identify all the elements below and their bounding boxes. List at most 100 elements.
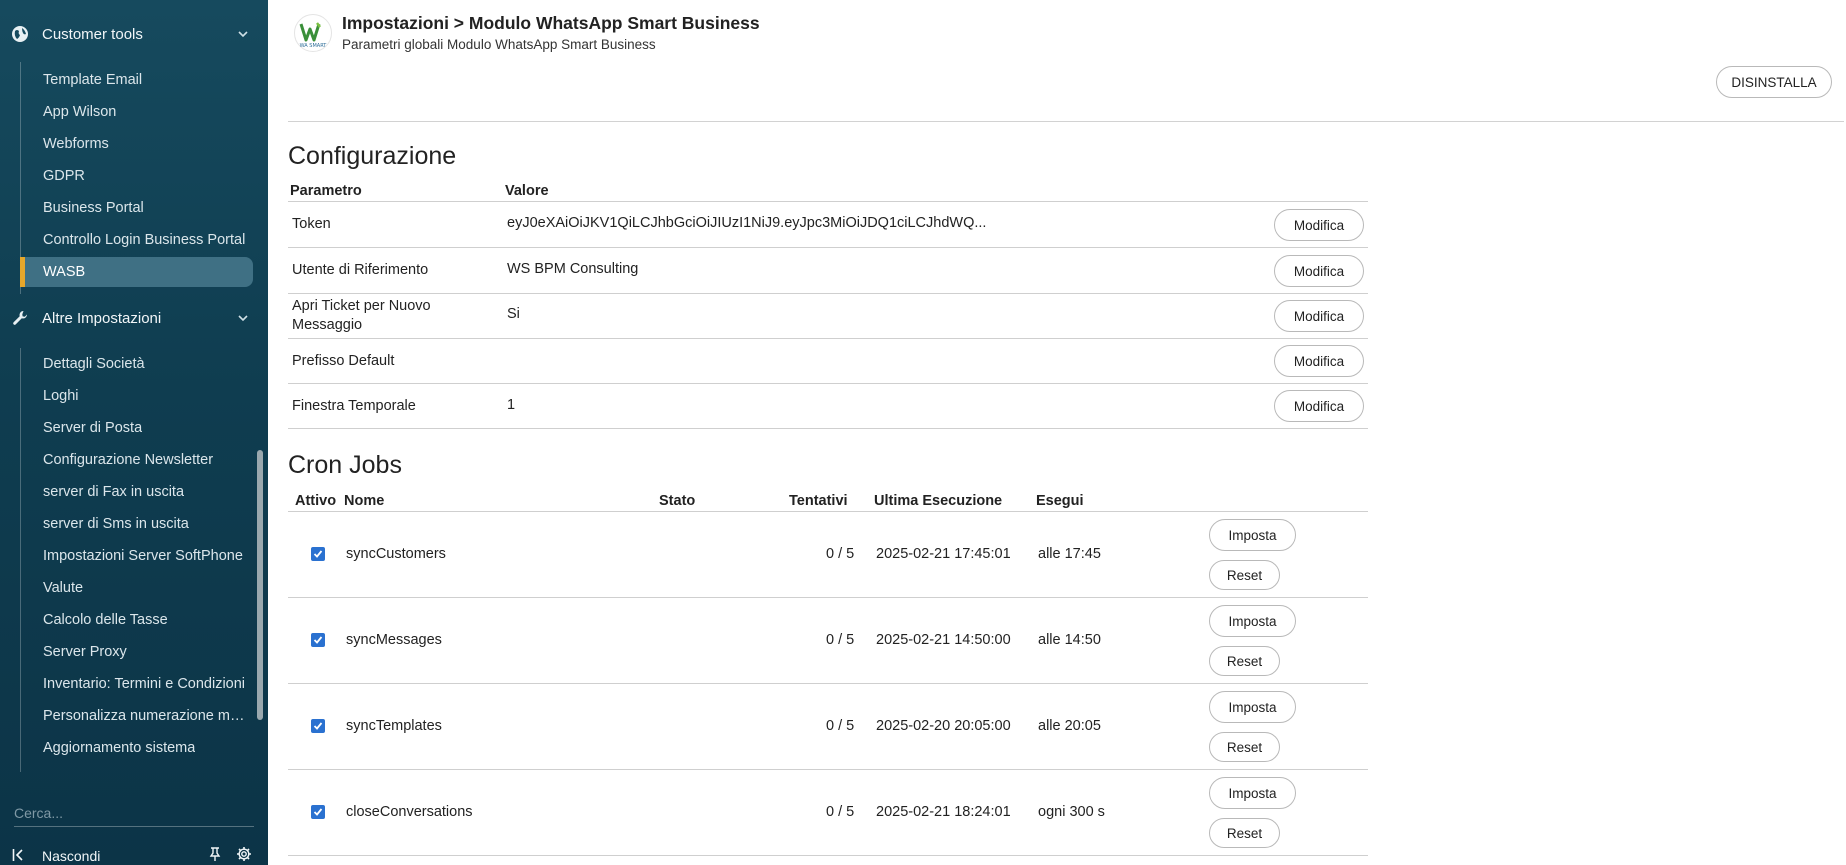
chevron-down-icon bbox=[238, 315, 248, 322]
job-name: syncCustomers bbox=[346, 546, 446, 562]
column-header-nome: Nome bbox=[344, 493, 385, 509]
param-name: Prefisso Default bbox=[292, 353, 395, 369]
gear-icon[interactable] bbox=[236, 846, 252, 862]
sidebar-item-app-wilson[interactable]: App Wilson bbox=[20, 97, 253, 127]
sidebar-item-label: Aggiornamento sistema bbox=[43, 740, 196, 756]
column-header-stato: Stato bbox=[659, 493, 696, 509]
sidebar-footer: Nascondi bbox=[0, 845, 268, 865]
job-schedule: ogni 300 s bbox=[1038, 804, 1105, 820]
job-schedule: alle 20:05 bbox=[1038, 718, 1101, 734]
main-content: WA SMART Impostazioni > Modulo WhatsApp … bbox=[268, 0, 1846, 865]
search-underline bbox=[14, 826, 254, 827]
sidebar-item-dettagli-societa[interactable]: Dettagli Società bbox=[20, 349, 253, 379]
sidebar-item-label: Loghi bbox=[43, 388, 79, 404]
sidebar-item-inventario[interactable]: Inventario: Termini e Condizioni bbox=[20, 669, 253, 699]
sidebar-item-aggiornamento-sistema[interactable]: Aggiornamento sistema bbox=[20, 733, 253, 763]
active-checkbox[interactable] bbox=[311, 633, 325, 647]
sidebar-item-label: Inventario: Termini e Condizioni bbox=[43, 676, 246, 692]
column-header-parametro: Parametro bbox=[290, 183, 362, 199]
sidebar-item-softphone[interactable]: Impostazioni Server SoftPhone bbox=[20, 541, 253, 571]
set-button[interactable]: Imposta bbox=[1209, 605, 1296, 637]
reset-button[interactable]: Reset bbox=[1209, 732, 1280, 762]
active-checkbox[interactable] bbox=[311, 547, 325, 561]
config-section-title: Configurazione bbox=[288, 142, 457, 170]
sidebar-menu: Customer tools Template Email App Wilson… bbox=[0, 0, 258, 775]
sidebar-item-server-fax[interactable]: server di Fax in uscita bbox=[20, 477, 253, 507]
sidebar-item-label: App Wilson bbox=[43, 104, 117, 120]
wasb-logo: WA SMART bbox=[294, 14, 332, 52]
sidebar-item-calcolo-tasse[interactable]: Calcolo delle Tasse bbox=[20, 605, 253, 635]
sidebar-scrollbar[interactable] bbox=[257, 450, 263, 720]
sidebar-item-gdpr[interactable]: GDPR bbox=[20, 161, 253, 191]
sidebar-item-label: GDPR bbox=[43, 168, 85, 184]
sidebar-section-customer-tools[interactable]: Customer tools bbox=[0, 14, 258, 54]
check-icon bbox=[313, 808, 323, 816]
sidebar-item-server-proxy[interactable]: Server Proxy bbox=[20, 637, 253, 667]
column-header-tentativi: Tentativi bbox=[789, 493, 848, 509]
wa-logo-icon: WA SMART bbox=[299, 22, 328, 49]
job-schedule: alle 17:45 bbox=[1038, 546, 1101, 562]
chevron-down-icon bbox=[238, 31, 248, 38]
sidebar-item-configurazione-newsletter[interactable]: Configurazione Newsletter bbox=[20, 445, 253, 475]
param-value: Si bbox=[507, 306, 520, 322]
param-value: WS BPM Consulting bbox=[507, 261, 639, 277]
job-name: syncMessages bbox=[346, 632, 442, 648]
job-attempts: 0 / 5 bbox=[826, 804, 855, 820]
edit-button[interactable]: Modifica bbox=[1274, 345, 1364, 377]
job-name: closeConversations bbox=[346, 804, 473, 820]
sidebar-section-label: Altre Impostazioni bbox=[42, 309, 162, 327]
reset-button[interactable]: Reset bbox=[1209, 818, 1280, 848]
sidebar-item-numerazione-moduli[interactable]: Personalizza numerazione moduli bbox=[20, 701, 253, 731]
globe-icon bbox=[12, 26, 28, 42]
active-checkbox[interactable] bbox=[311, 719, 325, 733]
config-table-header: Parametro Valore bbox=[288, 180, 1368, 202]
column-header-ultima-esecuzione: Ultima Esecuzione bbox=[874, 493, 1003, 509]
config-row-token: Token eyJ0eXAiOiJKV1QiLCJhbGciOiJIUzI1Ni… bbox=[288, 202, 1368, 248]
sidebar-section-altre-impostazioni[interactable]: Altre Impostazioni bbox=[0, 298, 258, 338]
check-icon bbox=[313, 550, 323, 558]
sidebar-section-label: Customer tools bbox=[42, 25, 143, 43]
sidebar-item-webforms[interactable]: Webforms bbox=[20, 129, 253, 159]
job-last-run: 2025-02-21 18:24:01 bbox=[876, 804, 1011, 820]
config-row-prefisso: Prefisso Default Modifica bbox=[288, 339, 1368, 384]
sidebar-item-label: Dettagli Società bbox=[43, 356, 145, 372]
sidebar-item-valute[interactable]: Valute bbox=[20, 573, 253, 603]
config-table: Parametro Valore Token eyJ0eXAiOiJKV1QiL… bbox=[288, 180, 1368, 429]
active-checkbox[interactable] bbox=[311, 805, 325, 819]
pin-icon[interactable] bbox=[207, 846, 223, 862]
check-icon bbox=[313, 722, 323, 730]
column-header-esegui: Esegui bbox=[1036, 493, 1084, 509]
sidebar-item-loghi[interactable]: Loghi bbox=[20, 381, 253, 411]
edit-button[interactable]: Modifica bbox=[1274, 209, 1364, 241]
sidebar-search-input[interactable] bbox=[14, 800, 254, 826]
config-row-utente: Utente di Riferimento WS BPM Consulting … bbox=[288, 248, 1368, 294]
reset-button[interactable]: Reset bbox=[1209, 646, 1280, 676]
job-attempts: 0 / 5 bbox=[826, 632, 855, 648]
config-row-finestra: Finestra Temporale 1 Modifica bbox=[288, 384, 1368, 429]
sidebar-item-wasb[interactable]: WASB bbox=[20, 257, 253, 287]
hide-sidebar-button[interactable]: Nascondi bbox=[42, 848, 100, 864]
job-last-run: 2025-02-21 14:50:00 bbox=[876, 632, 1011, 648]
sidebar-item-business-portal[interactable]: Business Portal bbox=[20, 193, 253, 223]
param-name: Utente di Riferimento bbox=[292, 262, 429, 278]
edit-button[interactable]: Modifica bbox=[1274, 300, 1364, 332]
reset-button[interactable]: Reset bbox=[1209, 560, 1280, 590]
sidebar-item-server-sms[interactable]: server di Sms in uscita bbox=[20, 509, 253, 539]
param-value: eyJ0eXAiOiJKV1QiLCJhbGciOiJIUzI1NiJ9.eyJ… bbox=[507, 215, 987, 231]
page-subtitle: Parametri globali Modulo WhatsApp Smart … bbox=[342, 37, 656, 52]
uninstall-button[interactable]: DISINSTALLA bbox=[1716, 66, 1832, 98]
sidebar-item-server-di-posta[interactable]: Server di Posta bbox=[20, 413, 253, 443]
sidebar-item-controllo-login[interactable]: Controllo Login Business Portal bbox=[20, 225, 253, 255]
collapse-left-icon[interactable] bbox=[12, 848, 26, 862]
edit-button[interactable]: Modifica bbox=[1274, 255, 1364, 287]
sidebar-item-label: Webforms bbox=[43, 136, 109, 152]
sidebar-item-template-email[interactable]: Template Email bbox=[20, 65, 253, 95]
set-button[interactable]: Imposta bbox=[1209, 519, 1296, 551]
set-button[interactable]: Imposta bbox=[1209, 777, 1296, 809]
job-attempts: 0 / 5 bbox=[826, 546, 855, 562]
sidebar-item-label: Controllo Login Business Portal bbox=[43, 232, 246, 248]
edit-button[interactable]: Modifica bbox=[1274, 390, 1364, 422]
column-header-attivo: Attivo bbox=[295, 493, 337, 509]
svg-text:WA SMART: WA SMART bbox=[300, 43, 328, 49]
set-button[interactable]: Imposta bbox=[1209, 691, 1296, 723]
